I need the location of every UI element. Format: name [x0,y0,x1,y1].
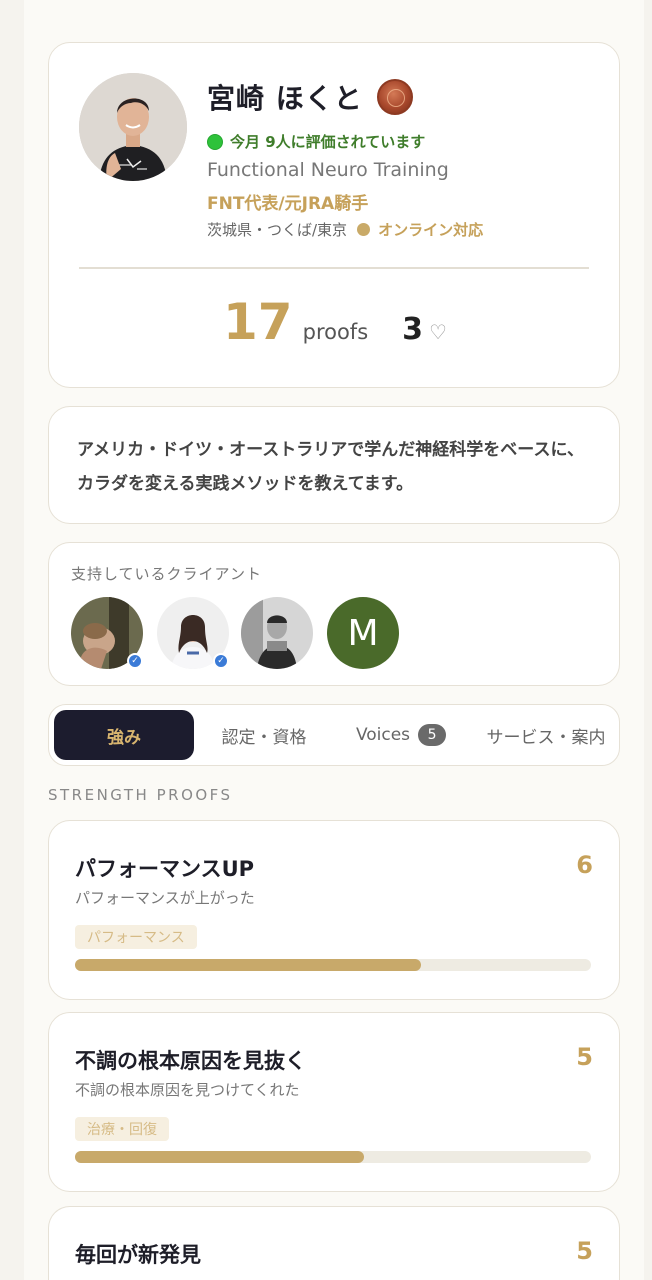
profile-page: 宮崎 ほくと 今月 9人に評価されています Functional Neuro T… [24,0,644,1280]
client-avatar-initial[interactable]: M [327,597,399,669]
proofs-count: 17 [223,293,293,351]
strength-description: 不調の根本原因を見つけてくれた [75,1081,300,1099]
strength-title: 毎回が新発見 [75,1243,201,1267]
section-label: STRENGTH PROOFS [48,786,233,804]
client-avatar[interactable] [241,597,313,669]
green-dot-icon [207,133,223,150]
likes-count[interactable]: 3 [402,312,423,347]
client-initial: M [347,612,379,654]
strength-count: 5 [576,1043,593,1071]
divider [79,267,589,269]
strength-description: パフォーマンスが上がった [75,889,255,907]
tab-bar: 強み 認定・資格 Voices 5 サービス・案内 [48,704,620,766]
strength-tag: 治療・回復 [75,1117,169,1141]
profile-role: FNT代表/元JRA騎手 [207,194,369,214]
strength-progress-track [75,959,591,971]
profile-stats: 17 proofs 3 ♡ [49,293,621,351]
tab-label: 強み [107,727,141,748]
strength-card[interactable]: パフォーマンスUP 6 パフォーマンスが上がった パフォーマンス [48,820,620,1000]
tab-voices[interactable]: Voices 5 [337,710,465,760]
tab-certifications[interactable]: 認定・資格 [199,710,329,760]
strength-progress-track [75,1151,591,1163]
strength-progress-fill [75,959,421,971]
profile-card: 宮崎 ほくと 今月 9人に評価されています Functional Neuro T… [48,42,620,388]
medal-badge-icon [376,79,413,115]
online-dot-icon [357,223,371,236]
strength-title: パフォーマンスUP [75,857,255,881]
location-text: 茨城県・つくば/東京 [207,221,348,239]
profile-avatar [79,73,187,181]
evaluation-text: 今月 9人に評価されています [230,133,426,151]
bio-text: アメリカ・ドイツ・オーストラリアで学んだ神経科学をベースに、カラダを変える実践メ… [77,440,584,494]
verified-check-icon: ✓ [213,653,229,669]
clients-title: 支持しているクライアント [71,565,262,583]
strength-card[interactable]: 不調の根本原因を見抜く 5 不調の根本原因を見つけてくれた 治療・回復 [48,1012,620,1192]
location-row: 茨城県・つくば/東京 オンライン対応 [207,219,483,240]
tab-services[interactable]: サービス・案内 [475,710,617,760]
clients-card: 支持しているクライアント ✓ ✓ M [48,542,620,686]
profile-subtitle: Functional Neuro Training [207,159,449,181]
tab-strengths[interactable]: 強み [54,710,194,760]
verified-check-icon: ✓ [127,653,143,669]
strength-count: 5 [576,1237,593,1265]
heart-outline-icon[interactable]: ♡ [429,320,447,344]
online-label: オンライン対応 [378,221,484,239]
name-row: 宮崎 ほくと [207,77,413,117]
strength-card[interactable]: 毎回が新発見 5 [48,1206,620,1280]
profile-name: 宮崎 ほくと [207,82,363,115]
strength-progress-fill [75,1151,364,1163]
strength-count: 6 [576,851,593,879]
tab-label: Voices [355,725,411,745]
evaluation-status: 今月 9人に評価されています [207,131,425,152]
tab-label: 認定・資格 [221,727,307,748]
bio-card: アメリカ・ドイツ・オーストラリアで学んだ神経科学をベースに、カラダを変える実践メ… [48,406,620,524]
tab-label: サービス・案内 [486,727,606,748]
strength-tag: パフォーマンス [75,925,197,949]
strength-title: 不調の根本原因を見抜く [75,1049,306,1073]
proofs-label: proofs [302,320,369,344]
voices-count-badge: 5 [418,724,447,746]
